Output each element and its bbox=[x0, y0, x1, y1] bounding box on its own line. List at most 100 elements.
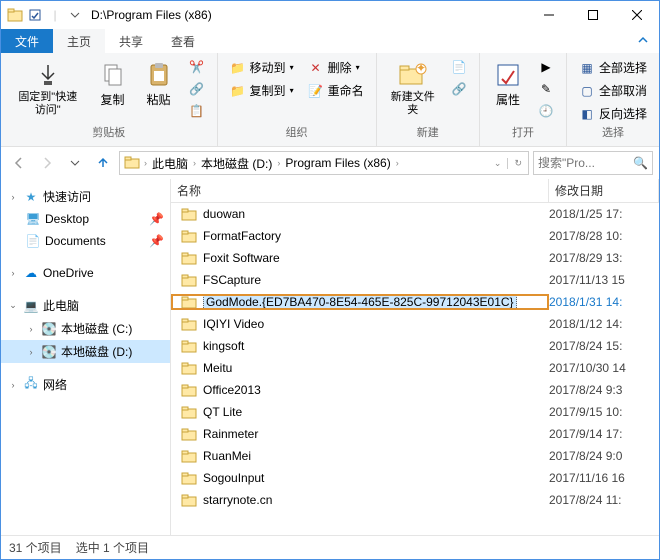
tree-drive-d[interactable]: ›💽本地磁盘 (D:) bbox=[1, 340, 170, 363]
minimize-button[interactable] bbox=[527, 1, 571, 29]
properties-button[interactable]: 属性 bbox=[488, 57, 528, 110]
file-pane: 名称 修改日期 duowan2018/1/25 17:FormatFactory… bbox=[171, 179, 659, 535]
col-header-name[interactable]: 名称 bbox=[171, 179, 549, 202]
move-to-button[interactable]: 📁移动到▾ bbox=[226, 57, 298, 78]
file-row[interactable]: kingsoft 2017/8/24 15: bbox=[171, 335, 659, 357]
paste-button[interactable]: 粘贴 bbox=[139, 57, 179, 110]
rename-button[interactable]: 📝重命名 bbox=[304, 80, 368, 101]
tree-documents[interactable]: 📄Documents📌 bbox=[1, 230, 170, 252]
select-all-button[interactable]: ▦全部选择 bbox=[575, 57, 651, 78]
tab-file[interactable]: 文件 bbox=[1, 29, 53, 53]
tree-thispc[interactable]: ⌄💻此电脑 bbox=[1, 294, 170, 317]
file-name: Rainmeter bbox=[203, 427, 258, 441]
file-name: Foxit Software bbox=[203, 251, 280, 265]
tree-quick-access[interactable]: ›★快速访问 bbox=[1, 185, 170, 208]
collapse-ribbon-button[interactable] bbox=[627, 30, 659, 53]
new-folder-button[interactable]: ✦ 新建文件夹 bbox=[385, 57, 441, 119]
address-bar[interactable]: › 此电脑 › 本地磁盘 (D:) › Program Files (x86) … bbox=[119, 151, 529, 175]
file-row[interactable]: IQIYI Video2018/1/12 14: bbox=[171, 313, 659, 335]
easy-access-button[interactable]: 🔗 bbox=[447, 79, 471, 99]
up-button[interactable] bbox=[91, 151, 115, 175]
file-row[interactable]: Rainmeter2017/9/14 17: bbox=[171, 423, 659, 445]
search-input[interactable] bbox=[538, 156, 633, 170]
address-dropdown[interactable]: ⌄ bbox=[488, 158, 508, 169]
copy-path-button[interactable]: 🔗 bbox=[185, 79, 209, 99]
file-row[interactable]: Foxit Software2017/8/29 13: bbox=[171, 247, 659, 269]
column-header: 名称 修改日期 bbox=[171, 179, 659, 203]
forward-button[interactable] bbox=[35, 151, 59, 175]
chevron-right-icon[interactable]: › bbox=[394, 158, 401, 168]
tree-drive-c[interactable]: ›💽本地磁盘 (C:) bbox=[1, 317, 170, 340]
file-row[interactable]: FSCapture2017/11/13 15 bbox=[171, 269, 659, 291]
properties-label: 属性 bbox=[496, 91, 520, 108]
file-name: Office2013 bbox=[203, 383, 261, 397]
copy-to-label: 复制到 bbox=[250, 82, 286, 99]
tree-desktop[interactable]: 🖥Desktop📌 bbox=[1, 208, 170, 230]
copy-to-button[interactable]: 📁复制到▾ bbox=[226, 80, 298, 101]
close-button[interactable] bbox=[615, 1, 659, 29]
col-header-modified[interactable]: 修改日期 bbox=[549, 179, 659, 202]
file-row[interactable]: starrynote.cn2017/8/24 11: bbox=[171, 489, 659, 511]
delete-button[interactable]: ✕删除▾ bbox=[304, 57, 368, 78]
select-none-button[interactable]: ▢全部取消 bbox=[575, 80, 651, 101]
file-name: SogouInput bbox=[203, 471, 264, 485]
status-bar: 31 个项目 选中 1 个项目 bbox=[1, 535, 659, 559]
tree-network[interactable]: ›🖧网络 bbox=[1, 373, 170, 396]
qat-properties-icon[interactable] bbox=[27, 7, 43, 23]
move-to-label: 移动到 bbox=[250, 59, 286, 76]
rename-label: 重命名 bbox=[328, 82, 364, 99]
chevron-right-icon[interactable]: › bbox=[275, 158, 282, 168]
open-button[interactable]: ▶ bbox=[534, 57, 558, 77]
paste-shortcut-button[interactable]: 📋 bbox=[185, 101, 209, 121]
copy-label: 复制 bbox=[101, 91, 125, 108]
new-item-button[interactable]: 📄 bbox=[447, 57, 471, 77]
file-row[interactable]: Office2013 2017/8/24 9:3 bbox=[171, 379, 659, 401]
ribbon-tabs: 文件 主页 共享 查看 bbox=[1, 29, 659, 53]
file-date: 2018/1/25 17: bbox=[549, 207, 659, 221]
file-row[interactable]: GodMode.{ED7BA470-8E54-465E-825C-9971204… bbox=[171, 291, 659, 313]
search-icon[interactable]: 🔍 bbox=[633, 156, 648, 170]
back-button[interactable] bbox=[7, 151, 31, 175]
tree-onedrive-label: OneDrive bbox=[43, 266, 94, 280]
maximize-button[interactable] bbox=[571, 1, 615, 29]
file-date: 2017/8/24 15: bbox=[549, 339, 659, 353]
file-row[interactable]: SogouInput2017/11/16 16 bbox=[171, 467, 659, 489]
tree-quick-label: 快速访问 bbox=[43, 188, 91, 205]
crumb-thispc[interactable]: 此电脑 bbox=[149, 152, 191, 174]
tree-thispc-label: 此电脑 bbox=[43, 297, 79, 314]
invert-selection-button[interactable]: ◧反向选择 bbox=[575, 103, 651, 124]
crumb-folder[interactable]: Program Files (x86) bbox=[282, 152, 393, 174]
pin-button[interactable]: 固定到"快速访问" bbox=[9, 57, 87, 119]
file-name: FSCapture bbox=[203, 273, 261, 287]
file-row[interactable]: RuanMei2017/8/24 9:0 bbox=[171, 445, 659, 467]
tab-home[interactable]: 主页 bbox=[53, 29, 105, 53]
search-box[interactable]: 🔍 bbox=[533, 151, 653, 175]
crumb-drive-d[interactable]: 本地磁盘 (D:) bbox=[198, 152, 275, 174]
refresh-button[interactable]: ↻ bbox=[507, 158, 528, 169]
history-button[interactable]: 🕘 bbox=[534, 101, 558, 121]
tab-share[interactable]: 共享 bbox=[105, 29, 157, 53]
delete-label: 删除 bbox=[328, 59, 352, 76]
tab-view[interactable]: 查看 bbox=[157, 29, 209, 53]
status-count: 31 个项目 bbox=[9, 539, 62, 556]
file-row[interactable]: FormatFactory2017/8/28 10: bbox=[171, 225, 659, 247]
edit-button[interactable]: ✎ bbox=[534, 79, 558, 99]
window-title: D:\Program Files (x86) bbox=[91, 8, 212, 22]
recent-button[interactable] bbox=[63, 151, 87, 175]
tree-onedrive[interactable]: ›☁OneDrive bbox=[1, 262, 170, 284]
file-name: QT Lite bbox=[203, 405, 242, 419]
explorer-icon bbox=[7, 7, 23, 23]
file-row[interactable]: duowan2018/1/25 17: bbox=[171, 203, 659, 225]
file-row[interactable]: Meitu2017/10/30 14 bbox=[171, 357, 659, 379]
file-date: 2017/8/24 9:3 bbox=[549, 383, 659, 397]
file-row[interactable]: QT Lite2017/9/15 10: bbox=[171, 401, 659, 423]
chevron-right-icon[interactable]: › bbox=[142, 158, 149, 168]
cut-button[interactable]: ✂️ bbox=[185, 57, 209, 77]
qat-dropdown-icon[interactable] bbox=[67, 7, 83, 23]
group-label-new: 新建 bbox=[417, 124, 439, 142]
chevron-right-icon[interactable]: › bbox=[191, 158, 198, 168]
tree-drive-d-label: 本地磁盘 (D:) bbox=[61, 343, 132, 360]
file-name: RuanMei bbox=[203, 449, 251, 463]
file-name: kingsoft bbox=[203, 339, 244, 353]
copy-button[interactable]: 复制 bbox=[93, 57, 133, 110]
